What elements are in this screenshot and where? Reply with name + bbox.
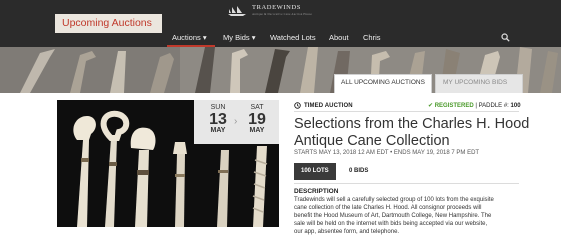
paddle-number: 100 [510,103,521,109]
nav-auctions[interactable]: Auctions ▾ [172,33,207,42]
chevron-down-icon: ▾ [251,33,256,42]
nav-user[interactable]: Chris [363,33,381,42]
description-line: benefit the Hood Museum of Art, Dartmout… [294,213,492,219]
logo-ship-icon [228,6,246,16]
check-icon: ✔ [428,103,434,109]
page-title: Upcoming Auctions [62,17,152,29]
auction-type: TIMED AUCTION [294,102,353,109]
divider [294,111,519,112]
end-date: SAT 19 MAY [248,104,266,134]
chevron-down-icon: ▾ [202,33,207,42]
lots-button-label: 100 LOTS [301,168,329,174]
logo-wordmark: TRADEWINDS Antique & Decorative Cane Auc… [252,4,313,16]
start-date: SUN 13 MAY [209,104,227,134]
bids-count[interactable]: 0 BIDS [349,168,368,174]
description-heading: DESCRIPTION [294,188,339,195]
description-line: cane collection of the late Charles H. H… [294,205,482,211]
search-icon[interactable] [501,33,510,42]
nav-watched-lots[interactable]: Watched Lots [270,33,316,42]
registration-status: ✔ REGISTERED | PADDLE #: 100 [428,103,521,109]
nav-about[interactable]: About [329,33,349,42]
divider [294,183,519,184]
site-logo[interactable]: TRADEWINDS Antique & Decorative Cane Auc… [226,4,312,18]
description-line: Tradewinds will sell a carefully selecte… [294,197,494,203]
description-line: our app, absentee form, and telephone. [294,229,400,235]
auction-title-line-2[interactable]: Antique Cane Collection [294,133,450,149]
description-line: sale will be held on the internet with b… [294,221,488,227]
tab-all-upcoming-auctions-label: ALL UPCOMING AUCTIONS [341,79,425,86]
auction-dates: STARTS MAY 13, 2018 12 AM EDT • ENDS MAY… [294,150,480,156]
clock-icon [294,102,301,109]
nav-my-bids[interactable]: My Bids ▾ [223,33,256,42]
auction-title-line-1[interactable]: Selections from the Charles H. Hood [294,116,529,132]
tab-my-upcoming-bids-label: MY UPCOMING BIDS [443,79,508,86]
